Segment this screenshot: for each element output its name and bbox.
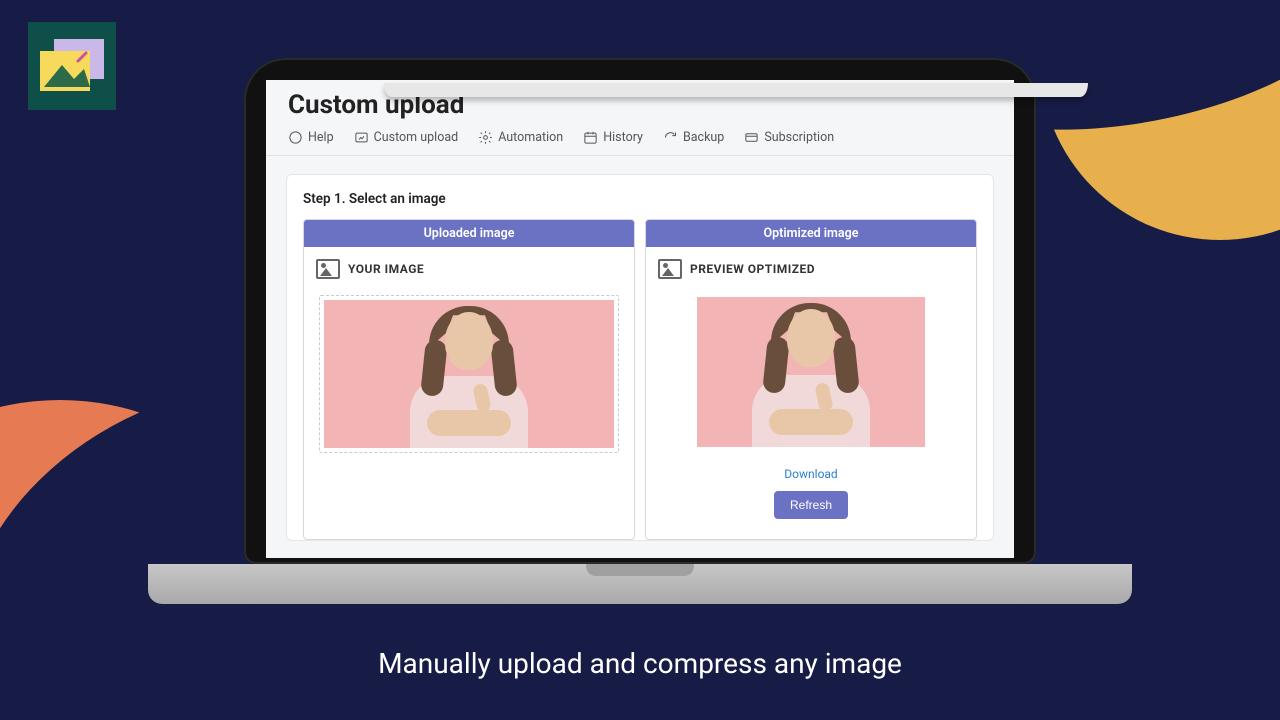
calendar-icon <box>583 130 598 145</box>
uploaded-header: Uploaded image <box>304 220 634 247</box>
gear-icon <box>478 130 493 145</box>
image-icon <box>658 259 682 279</box>
optimized-panel: Optimized image PREVIEW OPTIMIZED <box>645 219 977 540</box>
nav-automation-label: Automation <box>498 130 563 145</box>
nav-history[interactable]: History <box>583 130 643 145</box>
uploaded-label: YOUR IMAGE <box>348 262 424 276</box>
nav-backup[interactable]: Backup <box>663 130 724 145</box>
chat-icon <box>288 130 303 145</box>
upload-dropzone[interactable] <box>319 295 619 453</box>
card-icon <box>744 130 759 145</box>
optimized-label: PREVIEW OPTIMIZED <box>690 262 815 276</box>
refresh-button[interactable]: Refresh <box>774 491 848 519</box>
refresh-icon <box>663 130 678 145</box>
slide-caption: Manually upload and compress any image <box>0 647 1280 680</box>
nav-subscription[interactable]: Subscription <box>744 130 834 145</box>
nav-custom-upload-label: Custom upload <box>374 130 459 145</box>
nav-automation[interactable]: Automation <box>478 130 563 145</box>
download-link[interactable]: Download <box>784 467 837 481</box>
laptop-base <box>148 564 1132 604</box>
optimized-photo <box>697 297 925 447</box>
optimized-header: Optimized image <box>646 220 976 247</box>
uploaded-panel: Uploaded image YOUR IMAGE <box>303 219 635 540</box>
app-logo <box>28 22 116 110</box>
app-screen: Custom upload Help Custom upload Automat… <box>266 80 1014 558</box>
nav-backup-label: Backup <box>683 130 724 145</box>
nav-help[interactable]: Help <box>288 130 334 145</box>
nav-subscription-label: Subscription <box>764 130 834 145</box>
laptop-lip <box>384 83 1088 97</box>
nav-help-label: Help <box>308 130 334 145</box>
main-nav: Help Custom upload Automation History Ba… <box>266 126 1014 156</box>
nav-custom-upload[interactable]: Custom upload <box>354 130 459 145</box>
step-label: Step 1. Select an image <box>303 191 977 207</box>
step-card: Step 1. Select an image Uploaded image Y… <box>286 174 994 541</box>
upload-icon <box>354 130 369 145</box>
uploaded-photo <box>324 300 614 448</box>
nav-history-label: History <box>603 130 643 145</box>
laptop-mockup: Custom upload Help Custom upload Automat… <box>244 58 1036 604</box>
image-icon <box>316 259 340 279</box>
